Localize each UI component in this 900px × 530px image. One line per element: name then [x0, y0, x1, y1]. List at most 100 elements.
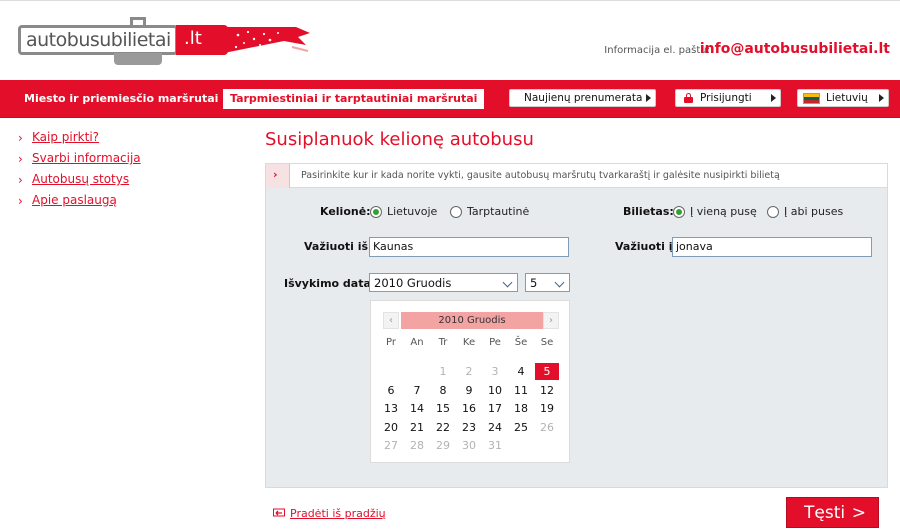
- chevron-right-icon: ›: [18, 131, 23, 145]
- calendar-day[interactable]: 14: [405, 400, 429, 417]
- calendar-weekday: Se: [540, 337, 554, 348]
- calendar-day[interactable]: 22: [431, 419, 455, 436]
- calendar-day[interactable]: 10: [483, 382, 507, 399]
- sidebar-link[interactable]: Apie paslaugą: [32, 193, 117, 207]
- sidebar-item-important-info[interactable]: › Svarbi informacija: [18, 151, 141, 172]
- info-label: Informacija el. paštu:: [604, 45, 710, 56]
- calendar-day[interactable]: 17: [483, 400, 507, 417]
- login-label: Prisijungti: [700, 92, 752, 104]
- calendar-day[interactable]: 8: [431, 382, 455, 399]
- login-button[interactable]: Prisijungti: [675, 89, 781, 107]
- calendar-day[interactable]: 25: [509, 419, 533, 436]
- restart-link[interactable]: Pradėti iš pradžių: [273, 507, 386, 520]
- sidebar-link[interactable]: Svarbi informacija: [32, 151, 141, 165]
- calendar-day[interactable]: 18: [509, 400, 533, 417]
- sidebar-link[interactable]: Autobusų stotys: [32, 172, 129, 186]
- month-select[interactable]: 2010 Gruodis: [369, 273, 518, 292]
- nav-local-routes[interactable]: Miesto ir priemiesčio maršrutai: [24, 92, 218, 105]
- month-select-value: 2010 Gruodis: [374, 276, 452, 290]
- continue-button[interactable]: Tęsti >: [786, 497, 879, 528]
- calendar-day[interactable]: 16: [457, 400, 481, 417]
- ticket-return-radio[interactable]: [767, 206, 779, 218]
- trip-domestic-label[interactable]: Lietuvoje: [387, 205, 437, 218]
- site-header: autobusubilietai .lt Informacija el. paš…: [0, 0, 900, 80]
- calendar-day: 28: [410, 439, 424, 452]
- calendar-day[interactable]: 23: [457, 419, 481, 436]
- language-label: Lietuvių: [826, 92, 868, 104]
- page-title: Susiplanuok kelionę autobusu: [265, 129, 534, 150]
- sidebar: › Kaip pirkti? › Svarbi informacija › Au…: [18, 130, 141, 214]
- ticket-one-way-radio[interactable]: [673, 206, 685, 218]
- sidebar-item-about[interactable]: › Apie paslaugą: [18, 193, 141, 214]
- day-select-value: 5: [530, 276, 538, 290]
- chevron-down-icon: [501, 275, 516, 290]
- calendar-day[interactable]: 20: [379, 419, 403, 436]
- calendar-day[interactable]: 21: [405, 419, 429, 436]
- trip-form-panel: › Pasirinkite kur ir kada norite vykti, …: [265, 163, 888, 488]
- arrow-right-icon: [771, 94, 776, 102]
- chevron-right-icon: ›: [18, 152, 23, 166]
- language-select[interactable]: Lietuvių: [797, 89, 889, 107]
- chevron-right-icon: >: [851, 503, 866, 523]
- calendar-day[interactable]: 7: [405, 382, 429, 399]
- calendar-month-title: 2010 Gruodis: [401, 312, 543, 329]
- restart-label: Pradėti iš pradžių: [290, 507, 386, 520]
- calendar-weekday: Tr: [438, 337, 448, 348]
- logo-text: autobusubilietai: [26, 29, 171, 51]
- ticket-type-label: Bilietas:: [623, 205, 674, 218]
- calendar-day[interactable]: 9: [457, 382, 481, 399]
- lithuania-flag-icon: [803, 93, 820, 104]
- nav-intercity-routes[interactable]: Tarpmiestiniai ir tarptautiniai maršruta…: [223, 89, 485, 109]
- logo-tld-text: .lt: [184, 28, 202, 49]
- sidebar-link[interactable]: Kaip pirkti?: [32, 130, 99, 144]
- calendar-next-button[interactable]: ›: [543, 312, 559, 329]
- logo-post: [114, 53, 162, 65]
- sidebar-item-how-to-buy[interactable]: › Kaip pirkti?: [18, 130, 141, 151]
- trip-domestic-radio[interactable]: [370, 206, 382, 218]
- calendar-day: 31: [488, 439, 502, 452]
- chevron-down-icon: [553, 275, 568, 290]
- pennant-flag-icon: [224, 27, 310, 53]
- calendar-header: ‹ 2010 Gruodis ›: [383, 312, 559, 329]
- calendar-day[interactable]: 4: [509, 363, 533, 380]
- continue-label: Tęsti: [804, 503, 846, 523]
- calendar-day: 1: [439, 365, 447, 378]
- date-label: Išvykimo data:: [284, 277, 376, 290]
- sidebar-item-bus-stations[interactable]: › Autobusų stotys: [18, 172, 141, 193]
- hint-text: Pasirinkite kur ir kada norite vykti, ga…: [301, 170, 780, 181]
- from-label: Važiuoti iš:: [304, 240, 373, 253]
- calendar-day: 2: [465, 365, 473, 378]
- calendar-day: 3: [491, 365, 499, 378]
- calendar-prev-button[interactable]: ‹: [383, 312, 399, 329]
- calendar-weekday: Še: [514, 337, 528, 348]
- hint-bar: › Pasirinkite kur ir kada norite vykti, …: [266, 164, 887, 188]
- calendar-day[interactable]: 15: [431, 400, 455, 417]
- calendar-day[interactable]: 6: [379, 382, 403, 399]
- calendar-day[interactable]: 24: [483, 419, 507, 436]
- trip-international-radio[interactable]: [450, 206, 462, 218]
- from-input[interactable]: Kaunas: [369, 237, 569, 257]
- chevron-right-icon: ›: [18, 194, 23, 208]
- site-logo[interactable]: autobusubilietai .lt: [18, 17, 310, 65]
- arrow-right-icon: [646, 94, 651, 102]
- logo-box: autobusubilietai: [18, 25, 178, 55]
- calendar-day[interactable]: 19: [535, 400, 559, 417]
- newsletter-button[interactable]: Naujienų prenumerata: [509, 89, 656, 107]
- lock-icon: [684, 93, 693, 103]
- info-email-link[interactable]: info@autobusubilietai.lt: [700, 41, 890, 57]
- calendar-day[interactable]: 13: [379, 400, 403, 417]
- hint-tab: ›: [266, 164, 290, 188]
- restart-icon: [273, 508, 285, 517]
- date-picker-calendar: ‹ 2010 Gruodis › Pr An Tr Ke Pe Še Se 1 2 3 4 5 6 7 8 9…: [370, 300, 570, 463]
- calendar-day[interactable]: 12: [535, 382, 559, 399]
- to-input[interactable]: jonava: [672, 237, 872, 257]
- calendar-day[interactable]: 11: [509, 382, 533, 399]
- calendar-weekday: Pe: [489, 337, 501, 348]
- calendar-day: 26: [540, 420, 554, 434]
- ticket-one-way-label[interactable]: Į vieną pusę: [690, 205, 757, 218]
- calendar-day: 29: [436, 439, 450, 452]
- calendar-day[interactable]: 5: [535, 363, 559, 380]
- day-select[interactable]: 5: [525, 273, 570, 292]
- trip-international-label[interactable]: Tarptautinė: [467, 205, 529, 218]
- ticket-return-label[interactable]: Į abi puses: [784, 205, 843, 218]
